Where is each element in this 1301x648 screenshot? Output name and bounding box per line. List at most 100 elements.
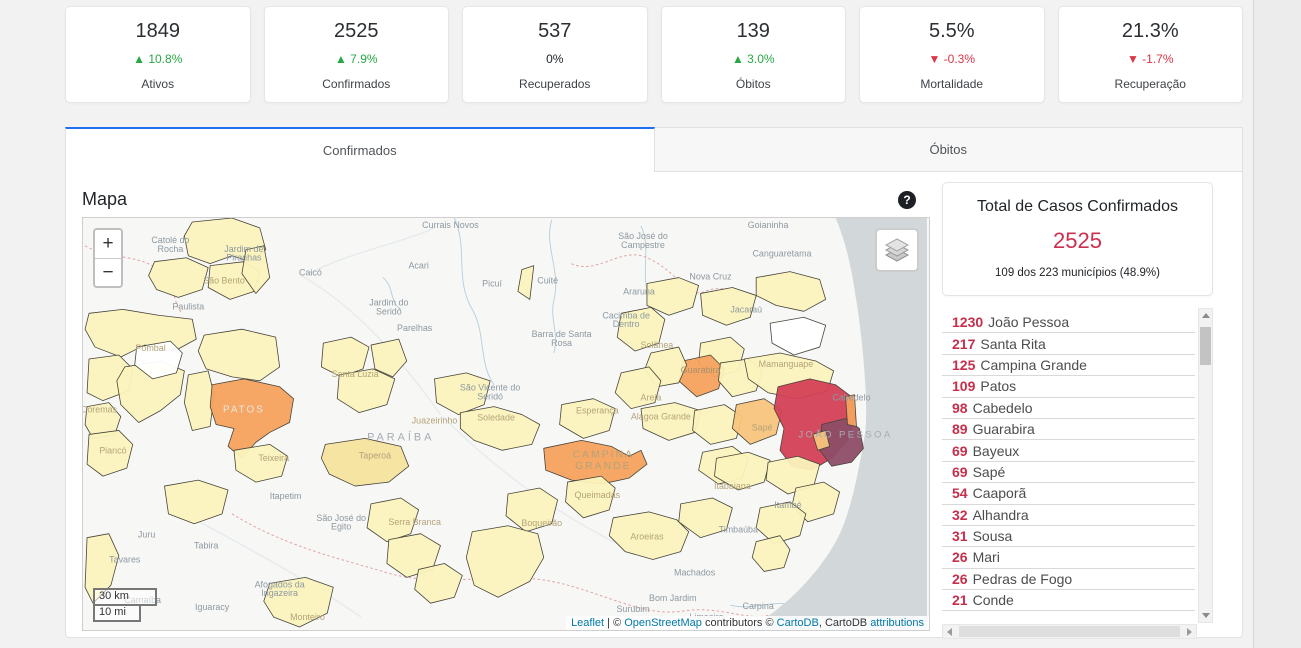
list-item: 98 Cabedelo (942, 398, 1195, 419)
map-place-label: Tavares (109, 554, 141, 564)
stat-card: 1849 ▲ 10.8% Ativos (65, 6, 251, 103)
attribution-text: contributors © (702, 617, 777, 629)
stat-label: Recuperados (463, 77, 647, 91)
horizontal-scrollbar[interactable] (942, 624, 1197, 639)
stat-card: 537 0% Recuperados (462, 6, 648, 103)
leaflet-map[interactable]: Catolé doRochaCurrais NovosJardim dePira… (82, 217, 930, 631)
map-place-label: Mamanguape (759, 359, 814, 369)
tab-bar: Confirmados Óbitos (65, 127, 1243, 172)
stat-delta: 0% (463, 52, 647, 66)
attribution-text: | © (604, 617, 624, 629)
map-place-label: Goianinha (748, 220, 789, 230)
municipality-name: Bayeux (973, 443, 1020, 459)
map-place-label: Surubim (616, 604, 649, 614)
left-arrow-icon (947, 628, 952, 636)
list-item: 69 Bayeux (942, 440, 1195, 461)
stat-label: Óbitos (662, 77, 846, 91)
attributions-link[interactable]: attributions (870, 617, 924, 629)
leaflet-link[interactable]: Leaflet (571, 617, 604, 629)
map-place-label: CAMPINA (573, 449, 634, 460)
map-place-label: Picuí (482, 279, 502, 289)
map-place-label: Paulista (172, 301, 204, 311)
map-place-label: Caicó (299, 268, 322, 278)
list-item: 26 Mari (942, 547, 1195, 568)
tab-label: Confirmados (323, 143, 397, 158)
tab-panel-confirmados: Mapa ? Catolé doRochaCurrais NovosJardim… (65, 172, 1243, 638)
municipality-name: Alhandra (973, 507, 1029, 523)
case-count: 21 (952, 592, 968, 608)
map-place-label: Iguaracy (195, 602, 230, 612)
zoom-in-button[interactable]: + (95, 230, 121, 258)
map-place-label: Piranhas (226, 253, 262, 263)
list-item: 21 Conde (942, 590, 1195, 611)
vertical-scrollbar[interactable] (1198, 308, 1213, 623)
map-place-label: Tabira (194, 541, 218, 551)
case-count: 26 (952, 571, 968, 587)
municipality-name: Guarabira (973, 421, 1035, 437)
map-title: Mapa (82, 189, 127, 210)
scroll-down-button[interactable] (1199, 609, 1212, 622)
map-place-label: Egito (331, 522, 351, 532)
municipality-name: Campina Grande (980, 357, 1087, 373)
map-place-label: Monteiro (290, 612, 325, 622)
map-place-label: Esperança (576, 406, 619, 416)
map-place-label: Ingazeira (261, 588, 298, 598)
stat-delta: ▲ 10.8% (66, 52, 250, 66)
horizontal-scroll-thumb[interactable] (959, 626, 1180, 637)
case-count: 109 (952, 378, 975, 394)
osm-link[interactable]: OpenStreetMap (624, 617, 702, 629)
stat-card: 5.5% ▼ -0.3% Mortalidade (859, 6, 1045, 103)
map-place-label: Sapé (752, 422, 773, 432)
stat-card: 139 ▲ 3.0% Óbitos (661, 6, 847, 103)
stat-value: 1849 (66, 20, 250, 43)
map-place-label: JOÃO PESSOA (798, 428, 892, 439)
municipality-name: Mari (973, 549, 1000, 565)
layers-control-button[interactable] (875, 228, 919, 272)
tab-obitos[interactable]: Óbitos (655, 127, 1244, 172)
layers-icon (883, 237, 911, 263)
scale-mi: 10 mi (93, 606, 141, 622)
map-place-label: PATOS (223, 405, 265, 416)
case-count: 125 (952, 357, 975, 373)
vertical-scroll-thumb[interactable] (1200, 327, 1211, 365)
summary-card: Total de Casos Confirmados 2525 109 dos … (942, 182, 1213, 296)
zoom-out-button[interactable]: − (95, 258, 121, 286)
help-icon[interactable]: ? (898, 191, 916, 209)
list-item: 125 Campina Grande (942, 355, 1195, 376)
municipality-name: Cabedelo (973, 400, 1033, 416)
list-item: 1230 João Pessoa (942, 312, 1195, 333)
map-place-label: Itapetim (270, 491, 302, 501)
map-attribution: Leaflet | © OpenStreetMap contributors ©… (566, 616, 929, 630)
map-place-label: Acari (408, 261, 428, 271)
map-place-label: Teixeira (258, 453, 289, 463)
stats-row: 1849 ▲ 10.8% Ativos 2525 ▲ 7.9% Confirma… (65, 6, 1243, 103)
summary-subtitle: 109 dos 223 municípios (48.9%) (943, 267, 1212, 279)
cartodb-link[interactable]: CartoDB (777, 617, 819, 629)
case-count: 32 (952, 507, 968, 523)
stat-card: 2525 ▲ 7.9% Confirmados (264, 6, 450, 103)
map-place-label: Nova Cruz (689, 272, 732, 282)
page-right-gutter (1253, 0, 1301, 648)
map-place-label: Taperoá (359, 450, 391, 460)
right-arrow-icon (1187, 628, 1192, 636)
map-place-label: Rocha (158, 244, 184, 254)
dashboard: 1849 ▲ 10.8% Ativos 2525 ▲ 7.9% Confirma… (65, 0, 1243, 638)
scroll-right-button[interactable] (1183, 625, 1196, 638)
list-item: 217 Santa Rita (942, 333, 1195, 354)
scroll-up-button[interactable] (1199, 309, 1212, 322)
map-place-label: Juazeirinho (412, 416, 458, 426)
side-panel: Total de Casos Confirmados 2525 109 dos … (942, 182, 1213, 637)
stat-label: Ativos (66, 77, 250, 91)
map-section: Mapa ? Catolé doRochaCurrais NovosJardim… (82, 182, 930, 637)
down-arrow-icon (1202, 613, 1210, 618)
map-place-label: Guarabira (681, 365, 721, 375)
scroll-left-button[interactable] (943, 625, 956, 638)
tab-confirmados[interactable]: Confirmados (65, 127, 655, 172)
stat-value: 537 (463, 20, 647, 43)
case-count: 217 (952, 336, 975, 352)
map-place-label: Solânea (641, 340, 674, 350)
map-place-label: Araruna (623, 286, 655, 296)
stat-delta: ▲ 3.0% (662, 52, 846, 66)
stat-label: Recuperação (1059, 77, 1243, 91)
map-place-label: Serra Branca (388, 517, 441, 527)
